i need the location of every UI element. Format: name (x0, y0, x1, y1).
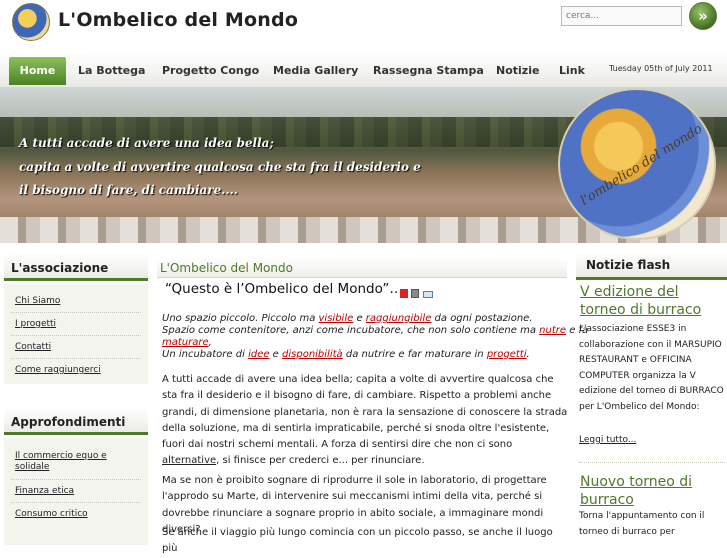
sidebar-divider (11, 335, 141, 336)
link-alternative[interactable]: alternative (162, 455, 216, 466)
sidebar-divider (11, 312, 141, 313)
intro-line: Uno spazio piccolo. Piccolo ma visibile … (162, 313, 533, 324)
news-item-title[interactable]: V edizione del torneo di burraco (580, 283, 727, 319)
section-title: L'Ombelico del Mondo (160, 261, 293, 275)
sidebar-link-consumo-critico[interactable]: Consumo critico (15, 509, 88, 520)
article-paragraph: Se anche il viaggio più lungo comincia c… (162, 527, 553, 555)
news-item-body: Torna l'appuntamento con il torneo di bu… (579, 511, 705, 537)
search-input[interactable] (561, 6, 682, 26)
banner-quote-line: capita a volte di avvertire qualcosa che… (19, 160, 421, 174)
news-item-body: L'associazione ESSE3 in collaborazione c… (579, 324, 724, 412)
intro-link-nutre[interactable]: nutre (539, 325, 566, 336)
intro-link-disponibilita[interactable]: disponibilità (282, 349, 343, 360)
sidebar-link-commercio-equo[interactable]: Il commercio equo e solidale (15, 451, 107, 473)
sidebar-link-line: solidale (15, 462, 50, 472)
banner-quote-line: il bisogno di fare, di cambiare.... (19, 183, 238, 197)
nav-la-bottega[interactable]: La Bottega (78, 57, 145, 85)
sidebar-link-come-raggiungerci[interactable]: Come raggiungerci (15, 365, 101, 376)
article-paragraph: A tutti accade di avere una idea bella; … (162, 374, 568, 467)
intro-link-progetti[interactable]: progetti (487, 349, 527, 360)
intro-line: Spazio come contenitore, anzi come incub… (162, 325, 589, 336)
nav-rassegna-stampa[interactable]: Rassegna Stampa (373, 57, 484, 85)
email-icon[interactable] (423, 291, 433, 298)
news-flash-title: Notizie flash (576, 252, 727, 280)
search-button[interactable]: » (689, 2, 717, 30)
article-title[interactable]: “Questo è l’Ombelico del Mondo”… (165, 281, 403, 297)
banner-quote-line: A tutti accade di avere una idea bella; (19, 136, 274, 150)
intro-link-raggiungibile[interactable]: raggiungibile (366, 313, 432, 324)
news-divider (579, 462, 725, 463)
current-date: Tuesday 05th of July 2011 (609, 64, 713, 73)
site-title[interactable]: L'Ombelico del Mondo (58, 9, 298, 31)
pdf-icon[interactable] (400, 289, 408, 298)
sidebar-link-i-progetti[interactable]: I progetti (15, 319, 56, 330)
sidebar-link-contatti[interactable]: Contatti (15, 342, 51, 353)
sidebar-title-associazione: L'associazione (4, 253, 148, 281)
sidebar-divider (11, 502, 141, 503)
intro-link-visibile[interactable]: visibile (319, 313, 354, 324)
site-logo[interactable] (12, 3, 50, 41)
intro-line: maturare, (162, 337, 212, 348)
nav-progetto-congo[interactable]: Progetto Congo (162, 57, 259, 85)
intro-link-maturare[interactable]: maturare (162, 337, 209, 348)
main-nav: Home La Bottega Progetto Congo Media Gal… (0, 52, 727, 88)
news-item-title[interactable]: Nuovo torneo di burraco (580, 473, 727, 509)
sidebar-divider (11, 358, 141, 359)
nav-notizie[interactable]: Notizie (496, 57, 539, 85)
sidebar-link-chi-siamo[interactable]: Chi Siamo (15, 296, 60, 307)
news-read-more-link[interactable]: Leggi tutto... (579, 435, 636, 445)
sidebar-link-line: Il commercio equo e (15, 451, 107, 461)
sidebar-title-approfondimenti: Approfondimenti (4, 407, 148, 435)
intro-line: Un incubatore di idee e disponibilità da… (162, 349, 530, 360)
intro-link-idee[interactable]: idee (248, 349, 269, 360)
nav-home[interactable]: Home (9, 57, 66, 85)
nav-media-gallery[interactable]: Media Gallery (273, 57, 358, 85)
header: L'Ombelico del Mondo » (0, 0, 727, 52)
sidebar-divider (11, 479, 141, 480)
nav-link[interactable]: Link (559, 57, 585, 85)
print-icon[interactable] (411, 289, 419, 298)
sidebar-link-finanza-etica[interactable]: Finanza etica (15, 486, 74, 497)
